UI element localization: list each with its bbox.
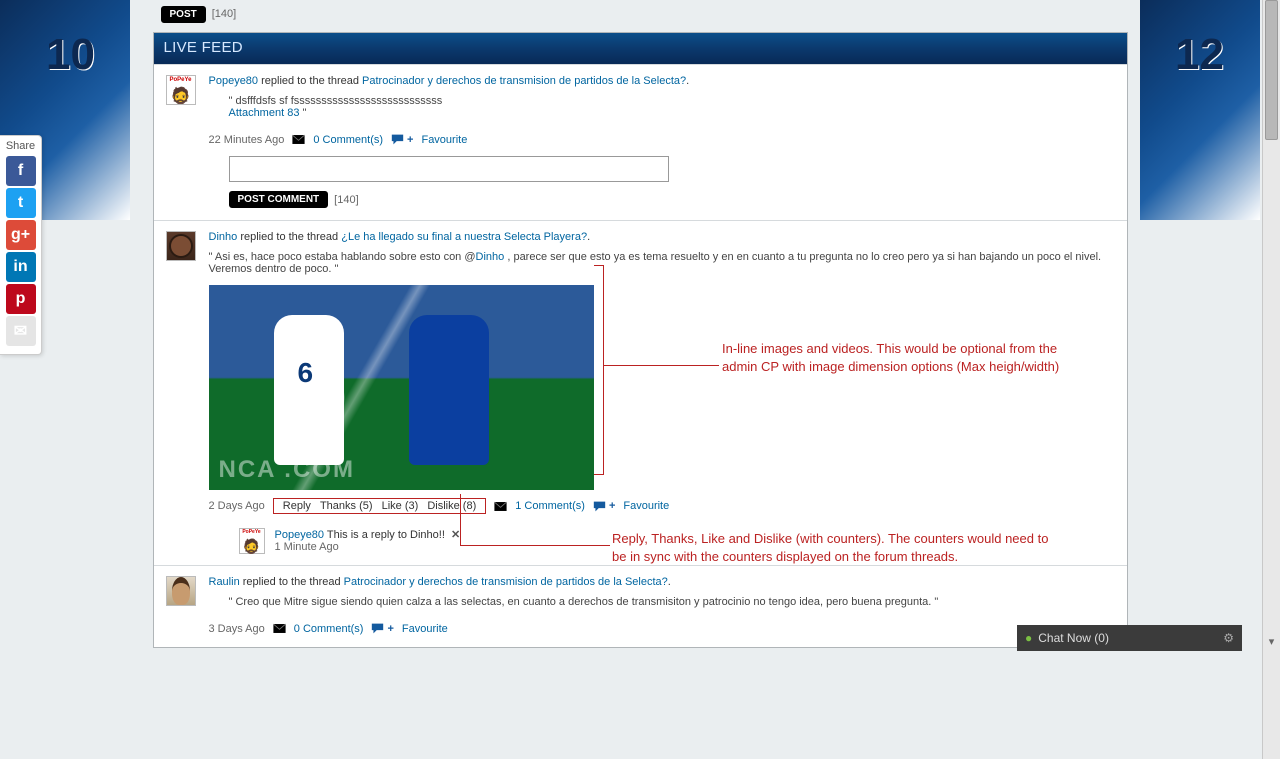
envelope-icon [292, 133, 305, 146]
favourite-link[interactable]: Favourite [421, 134, 467, 146]
envelope-icon [273, 622, 286, 635]
thread-link[interactable]: Patrocinador y derechos de transmision d… [362, 75, 686, 87]
chat-bar[interactable]: ● Chat Now (0) ⚙ [1017, 625, 1242, 651]
comments-link[interactable]: 0 Comment(s) [294, 623, 364, 635]
feed-item: Raulin replied to the thread Patrocinado… [154, 565, 1127, 647]
feed-item: Popeye80 replied to the thread Patrocina… [154, 64, 1127, 220]
share-rail: Share f t g+ in p ✉ [0, 135, 42, 355]
quote: " Creo que Mitre sigue siendo quien calz… [209, 592, 1117, 614]
post-button-stub[interactable]: POST [161, 6, 206, 23]
thread-link[interactable]: ¿Le ha llegado su final a nuestra Select… [341, 231, 587, 243]
post-remnant-bar: POST [140] [153, 0, 1128, 28]
chat-label: Chat Now (0) [1038, 631, 1109, 645]
avatar[interactable] [166, 576, 196, 606]
action-box: Reply Thanks (5) Like (3) Dislike (8) [273, 498, 486, 514]
user-link[interactable]: Raulin [209, 576, 240, 588]
reply-text: This is a reply to Dinho!! [327, 529, 445, 541]
avatar[interactable] [166, 75, 196, 105]
anno-bracket [594, 265, 604, 475]
char-remaining: [140] [334, 194, 358, 206]
scrollbar[interactable]: ▾ [1262, 0, 1280, 759]
thread-link[interactable]: Patrocinador y derechos de transmision d… [344, 576, 668, 588]
timestamp: 22 Minutes Ago [209, 134, 285, 146]
share-pinterest-icon[interactable]: p [6, 284, 36, 314]
favourite-link[interactable]: Favourite [402, 623, 448, 635]
anno-connector [604, 365, 719, 366]
inline-image[interactable]: NCA .COM [209, 285, 594, 490]
char-remaining-stub: [140] [212, 8, 236, 20]
post-comment-button[interactable]: POST COMMENT [229, 191, 329, 208]
anno-connector-2 [460, 494, 610, 546]
avatar[interactable] [166, 231, 196, 261]
like-action[interactable]: Like (3) [382, 500, 419, 512]
scrollbar-down-icon[interactable]: ▾ [1263, 633, 1280, 649]
background-right: 12 [1140, 0, 1260, 220]
annotation-2: Reply, Thanks, Like and Dislike (with co… [612, 530, 1062, 565]
reply-action[interactable]: Reply [283, 500, 311, 512]
delete-reply-icon[interactable]: ✕ [451, 529, 460, 541]
gear-icon[interactable]: ⚙ [1223, 631, 1234, 645]
timestamp: 3 Days Ago [209, 623, 265, 635]
avatar[interactable] [239, 528, 265, 554]
replied-text: replied to the thread [261, 75, 359, 87]
quote: " dsfffdsfs sf fssssssssssssssssssssssss… [209, 91, 1117, 125]
mention-link[interactable]: Dinho [476, 251, 505, 263]
thanks-action[interactable]: Thanks (5) [320, 500, 373, 512]
share-label: Share [4, 140, 37, 152]
replied-text: replied to the thread [240, 231, 338, 243]
attachment-link[interactable]: Attachment 83 [229, 107, 300, 119]
replied-text: replied to the thread [243, 576, 341, 588]
user-link[interactable]: Dinho [209, 231, 238, 243]
timestamp: 2 Days Ago [209, 500, 265, 512]
comment-bubble-icon: + [371, 622, 393, 635]
share-linkedin-icon[interactable]: in [6, 252, 36, 282]
quote: " Asi es, hace poco estaba hablando sobr… [209, 247, 1117, 281]
comment-bubble-icon: + [391, 133, 413, 146]
scrollbar-thumb[interactable] [1265, 0, 1278, 140]
feed-item: Dinho replied to the thread ¿Le ha llega… [154, 220, 1127, 565]
comments-link[interactable]: 0 Comment(s) [313, 134, 383, 146]
share-facebook-icon[interactable]: f [6, 156, 36, 186]
comment-input[interactable] [229, 156, 669, 182]
favourite-link[interactable]: Favourite [623, 500, 669, 512]
share-twitter-icon[interactable]: t [6, 188, 36, 218]
share-googleplus-icon[interactable]: g+ [6, 220, 36, 250]
user-link[interactable]: Popeye80 [275, 529, 325, 541]
share-mail-icon[interactable]: ✉ [6, 316, 36, 346]
user-link[interactable]: Popeye80 [209, 75, 259, 87]
chat-presence-icon: ● [1025, 631, 1032, 645]
panel-title: LIVE FEED [154, 33, 1127, 64]
annotation-1: In-line images and videos. This would be… [722, 340, 1092, 375]
